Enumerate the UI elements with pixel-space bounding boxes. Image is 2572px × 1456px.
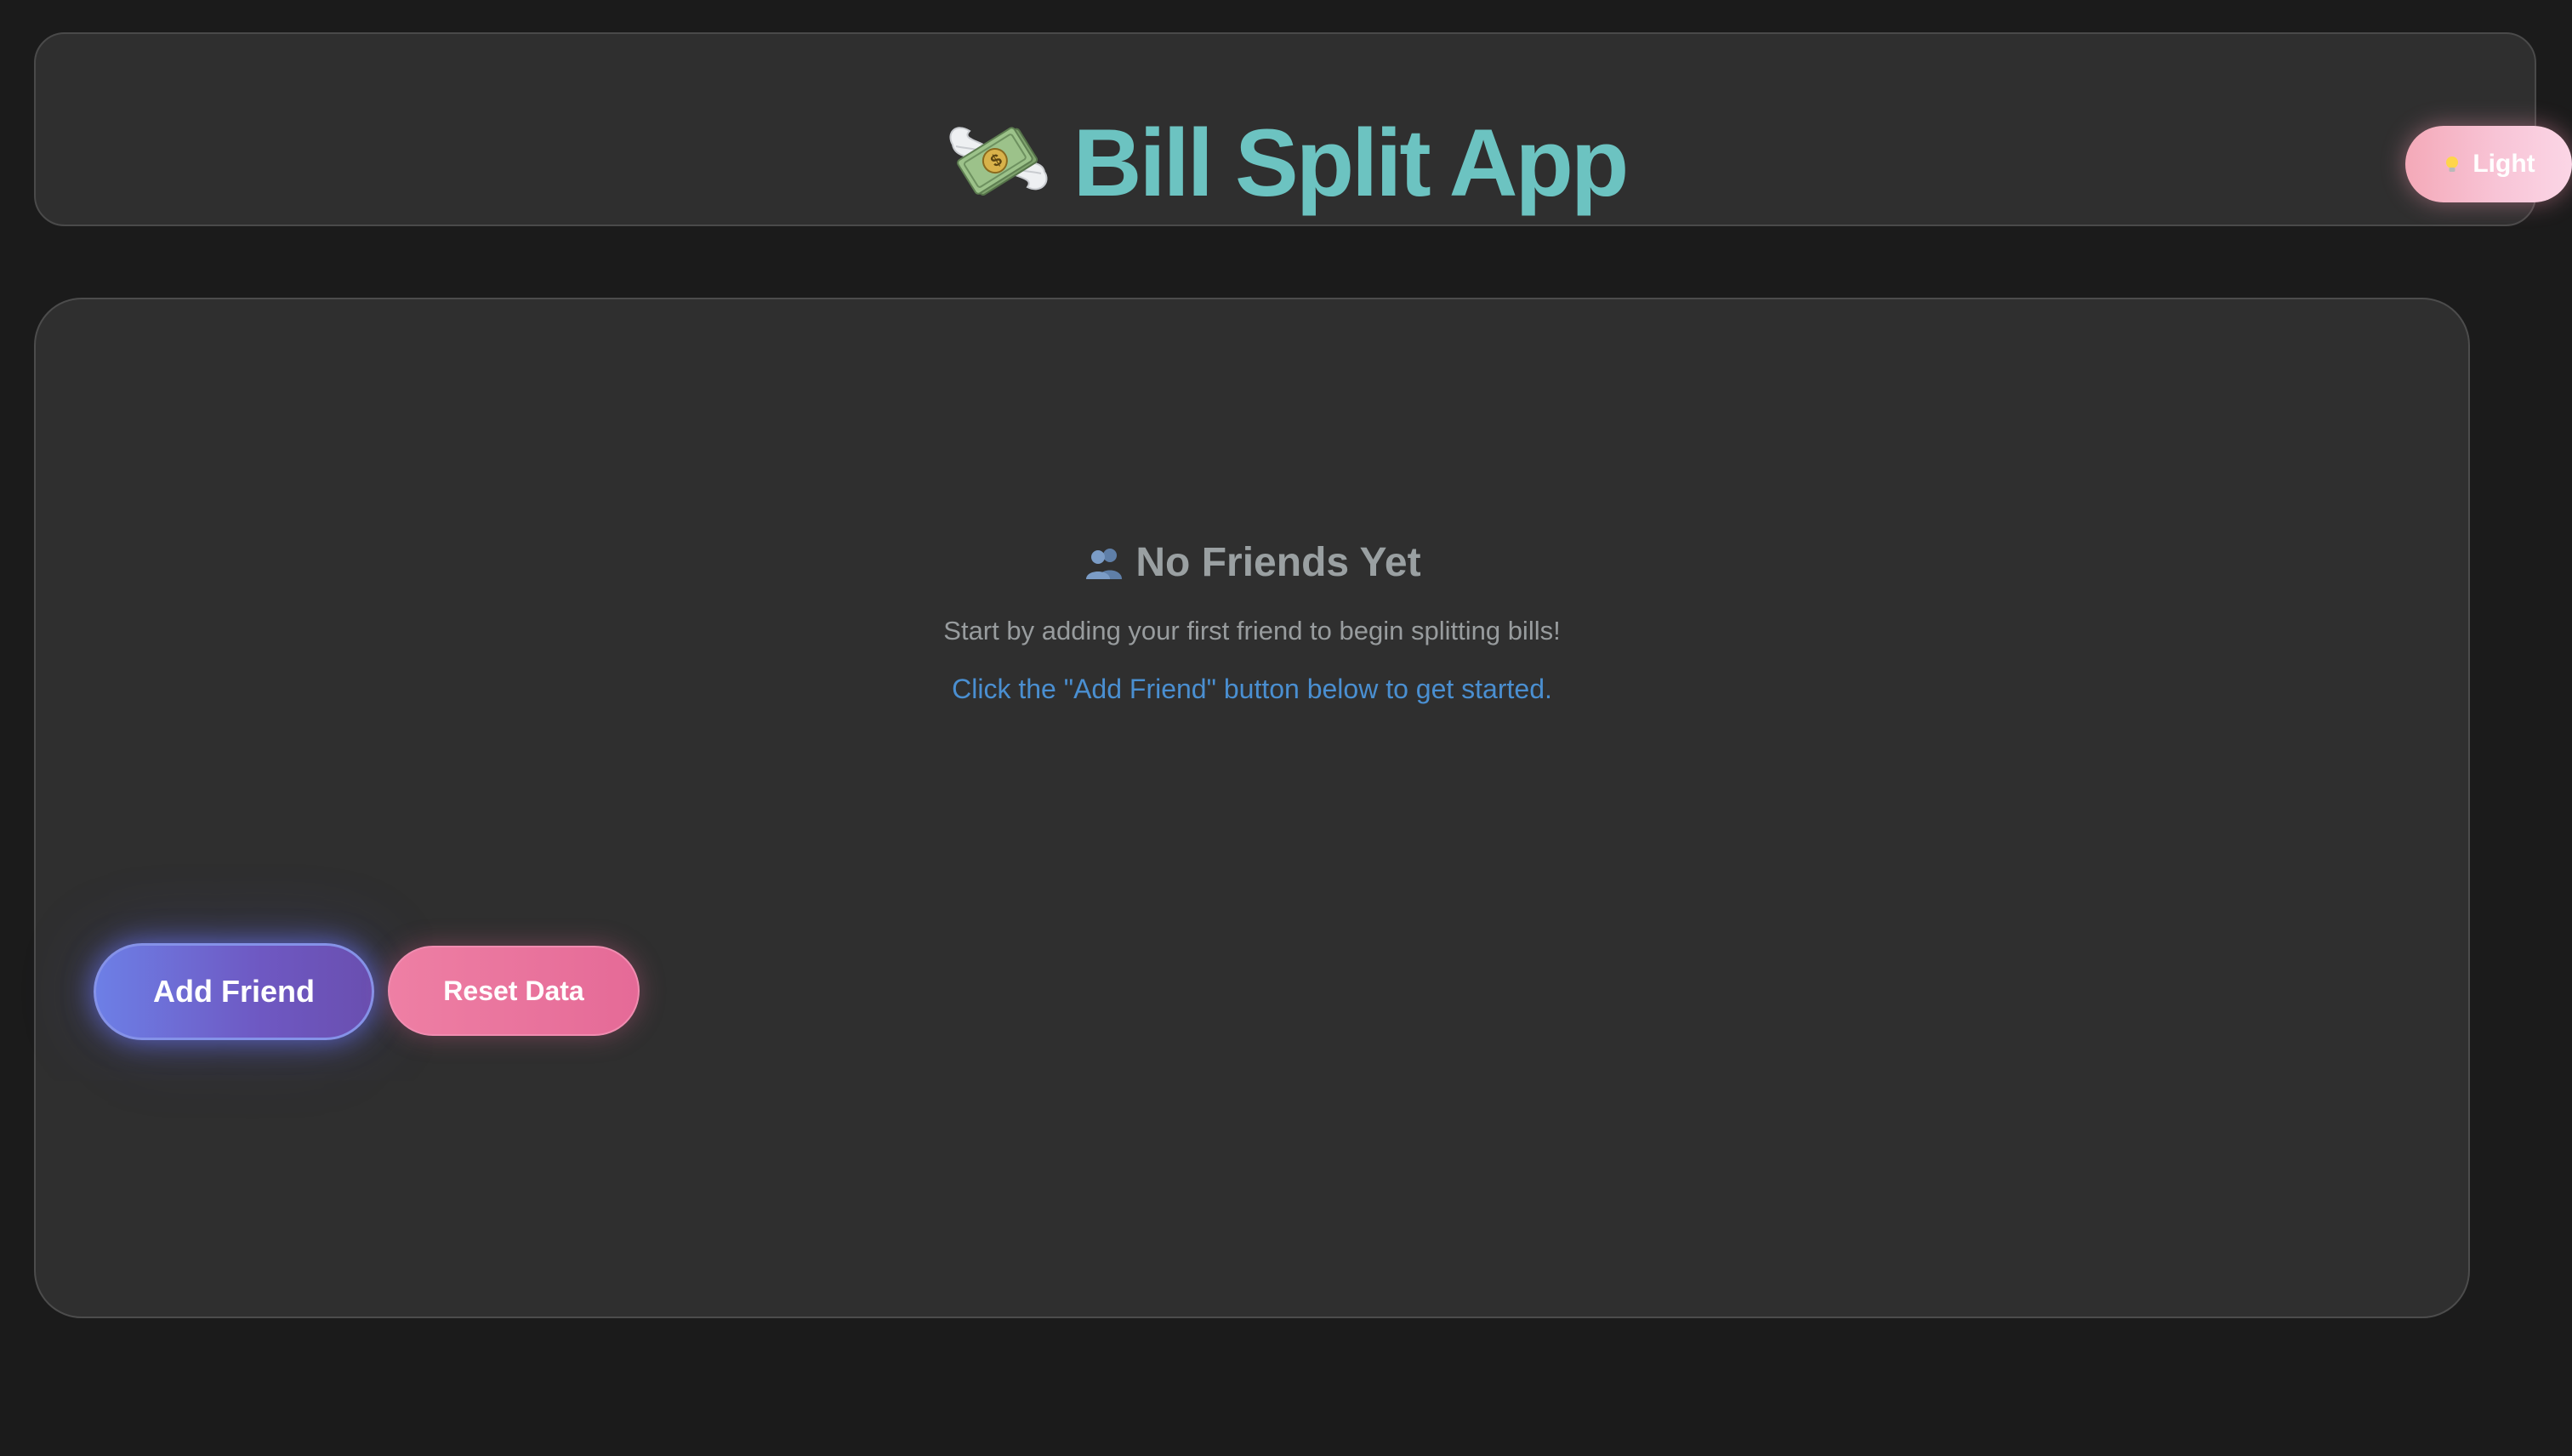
empty-state-message: Start by adding your first friend to beg… (943, 616, 1561, 646)
empty-state-title: No Friends Yet (1135, 540, 1421, 585)
app-title-text: Bill Split App (1073, 110, 1630, 216)
money-with-wings-icon: $ (949, 127, 1048, 196)
theme-toggle-label: Light (2472, 150, 2535, 178)
reset-data-button[interactable]: Reset Data (388, 946, 640, 1036)
people-icon (1086, 549, 1123, 579)
app-header: $ Bill Split App Light (34, 32, 2572, 226)
theme-toggle-button[interactable]: Light (2405, 126, 2572, 202)
empty-state-heading: No Friends Yet (36, 536, 2468, 590)
empty-state: No Friends Yet Start by adding your firs… (36, 536, 2468, 706)
friends-panel: No Friends Yet Start by adding your firs… (34, 298, 2470, 1318)
light-bulb-icon (2446, 156, 2459, 172)
empty-state-hint: Click the "Add Friend" button below to g… (952, 674, 1552, 704)
app-title: $ Bill Split App (36, 104, 2535, 223)
add-friend-button[interactable]: Add Friend (94, 943, 374, 1040)
